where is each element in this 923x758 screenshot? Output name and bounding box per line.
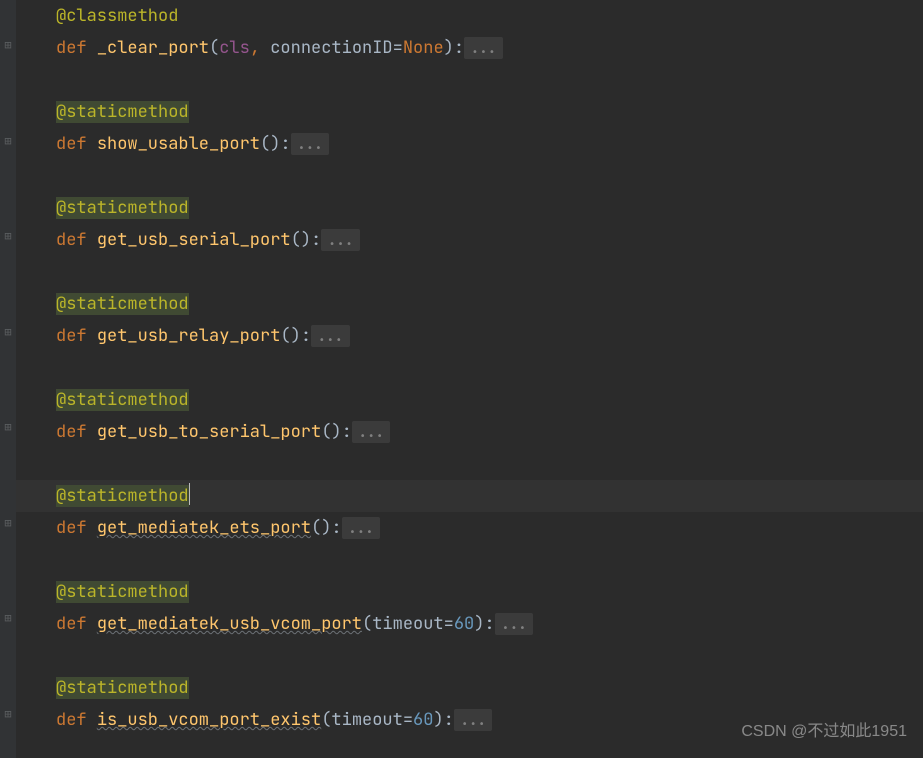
keyword-def: def bbox=[56, 133, 97, 155]
blank-line bbox=[16, 640, 923, 672]
function-name: get_mediatek_usb_vcom_port bbox=[97, 613, 362, 635]
blank-line bbox=[16, 256, 923, 288]
fold-ellipsis[interactable]: ... bbox=[495, 613, 534, 635]
code-line: @classmethod bbox=[16, 0, 923, 32]
blank-line bbox=[16, 352, 923, 384]
code-line: def get_usb_relay_port():... bbox=[16, 320, 923, 352]
decorator: @staticmethod bbox=[56, 581, 189, 603]
fold-ellipsis[interactable]: ... bbox=[311, 325, 350, 347]
fold-ellipsis[interactable]: ... bbox=[464, 37, 503, 59]
fold-ellipsis[interactable]: ... bbox=[291, 133, 330, 155]
keyword-none: None bbox=[403, 37, 444, 59]
blank-line bbox=[16, 544, 923, 576]
code-line: def show_usable_port():... bbox=[16, 128, 923, 160]
keyword-def: def bbox=[56, 421, 97, 443]
text-caret bbox=[189, 483, 190, 505]
code-line: def _clear_port(cls, connectionID=None):… bbox=[16, 32, 923, 64]
fold-icon[interactable]: ⊞ bbox=[3, 40, 13, 50]
fold-icon[interactable]: ⊞ bbox=[3, 518, 13, 528]
param: timeout bbox=[331, 709, 402, 731]
decorator: @staticmethod bbox=[56, 101, 189, 123]
decorator: @staticmethod bbox=[56, 677, 189, 699]
code-editor[interactable]: @classmethod def _clear_port(cls, connec… bbox=[16, 0, 923, 758]
code-line: def get_usb_serial_port():... bbox=[16, 224, 923, 256]
code-line: @staticmethod bbox=[16, 288, 923, 320]
decorator: @staticmethod bbox=[56, 485, 189, 507]
fold-icon[interactable]: ⊞ bbox=[3, 327, 13, 337]
fold-icon[interactable]: ⊞ bbox=[3, 231, 13, 241]
fold-ellipsis[interactable]: ... bbox=[352, 421, 391, 443]
code-line: @staticmethod bbox=[16, 672, 923, 704]
number-literal: 60 bbox=[413, 709, 433, 731]
keyword-def: def bbox=[56, 613, 97, 635]
fold-icon[interactable]: ⊞ bbox=[3, 613, 13, 623]
code-line: @staticmethod bbox=[16, 384, 923, 416]
keyword-def: def bbox=[56, 325, 97, 347]
fold-ellipsis[interactable]: ... bbox=[342, 517, 381, 539]
editor-gutter: ⊞ ⊞ ⊞ ⊞ ⊞ ⊞ ⊞ ⊞ bbox=[0, 0, 16, 758]
code-line: @staticmethod bbox=[16, 192, 923, 224]
decorator: @staticmethod bbox=[56, 197, 189, 219]
function-name: get_usb_serial_port bbox=[97, 229, 291, 251]
function-name: get_usb_to_serial_port bbox=[97, 421, 321, 443]
function-name: show_usable_port bbox=[97, 133, 260, 155]
blank-line bbox=[16, 448, 923, 480]
function-name: _clear_port bbox=[97, 37, 209, 59]
param-cls: cls bbox=[219, 37, 250, 59]
code-line: def get_mediatek_usb_vcom_port(timeout=6… bbox=[16, 608, 923, 640]
fold-ellipsis[interactable]: ... bbox=[321, 229, 360, 251]
fold-ellipsis[interactable]: ... bbox=[454, 709, 493, 731]
keyword-def: def bbox=[56, 37, 97, 59]
function-name: get_mediatek_ets_port bbox=[97, 517, 311, 539]
blank-line bbox=[16, 64, 923, 96]
decorator: @classmethod bbox=[56, 5, 178, 27]
blank-line bbox=[16, 160, 923, 192]
param: connectionID bbox=[270, 37, 392, 59]
number-literal: 60 bbox=[454, 613, 474, 635]
keyword-def: def bbox=[56, 229, 97, 251]
code-line: def get_mediatek_ets_port():... bbox=[16, 512, 923, 544]
decorator: @staticmethod bbox=[56, 293, 189, 315]
code-line: @staticmethod bbox=[16, 576, 923, 608]
decorator: @staticmethod bbox=[56, 389, 189, 411]
fold-icon[interactable]: ⊞ bbox=[3, 422, 13, 432]
function-name: is_usb_vcom_port_exist bbox=[97, 709, 321, 731]
code-line: @staticmethod bbox=[16, 96, 923, 128]
code-line: def is_usb_vcom_port_exist(timeout=60):.… bbox=[16, 704, 923, 736]
fold-icon[interactable]: ⊞ bbox=[3, 709, 13, 719]
param: timeout bbox=[372, 613, 443, 635]
keyword-def: def bbox=[56, 517, 97, 539]
code-line: def get_usb_to_serial_port():... bbox=[16, 416, 923, 448]
function-name: get_usb_relay_port bbox=[97, 325, 281, 347]
code-line-current: @staticmethod bbox=[16, 480, 923, 512]
keyword-def: def bbox=[56, 709, 97, 731]
fold-icon[interactable]: ⊞ bbox=[3, 136, 13, 146]
